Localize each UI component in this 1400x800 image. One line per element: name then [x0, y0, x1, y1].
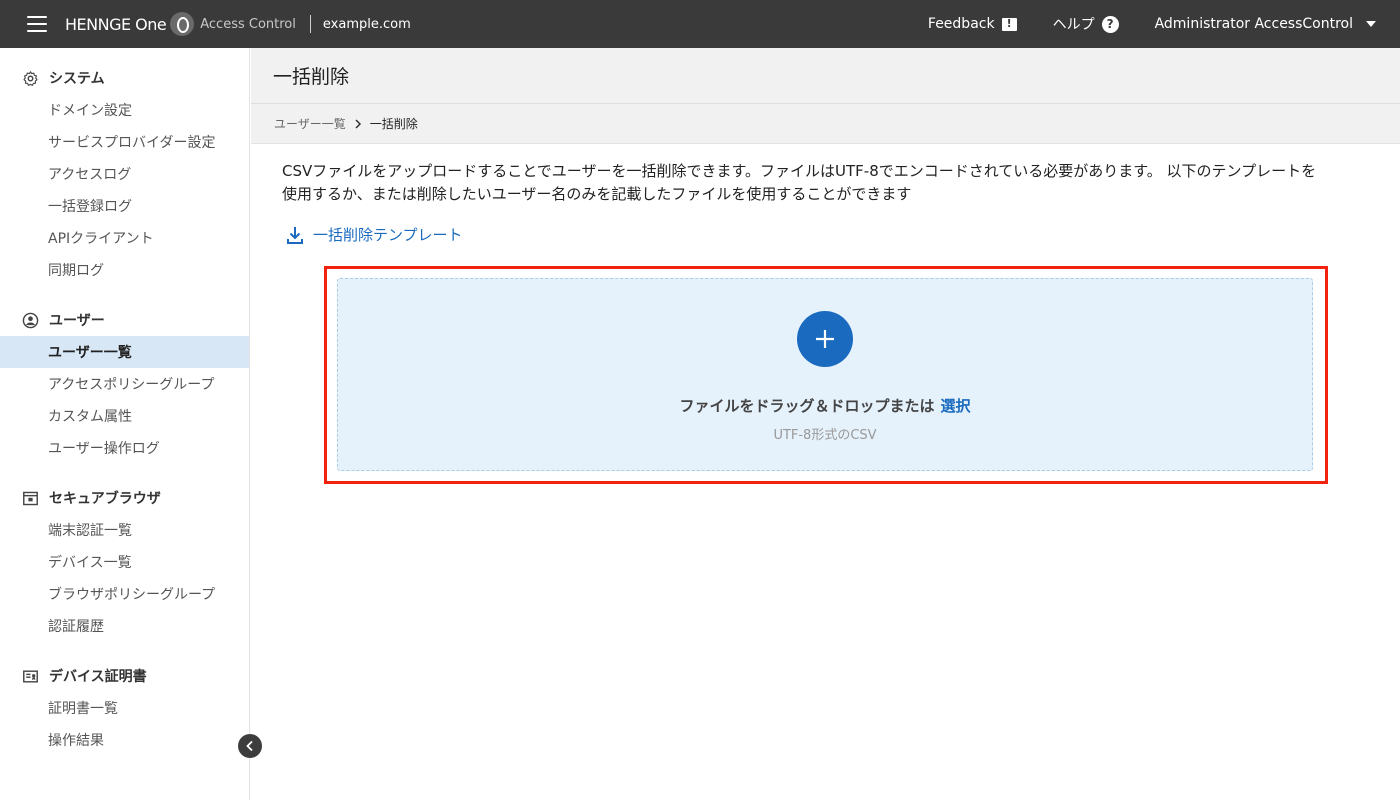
sidebar-section-device-cert: デバイス証明書	[0, 660, 249, 692]
user-menu[interactable]: Administrator AccessControl	[1155, 16, 1376, 32]
tenant-domain: example.com	[322, 16, 411, 32]
brand-name: HENNGE One	[65, 14, 167, 34]
dropzone-instruction: ファイルをドラッグ＆ドロップまたは 選択	[679, 395, 970, 416]
chevron-right-icon	[355, 118, 361, 129]
sidebar-item-bulk-register-log[interactable]: 一括登録ログ	[0, 190, 249, 222]
sidebar-item-user-list[interactable]: ユーザー一覧	[0, 336, 249, 368]
help-button[interactable]: ヘルプ ?	[1053, 14, 1119, 34]
file-dropzone[interactable]: ファイルをドラッグ＆ドロップまたは 選択 UTF-8形式のCSV	[337, 278, 1313, 471]
add-file-button[interactable]	[797, 311, 853, 367]
sidebar-item-cert-list[interactable]: 証明書一覧	[0, 692, 249, 724]
brand[interactable]: HENNGE One	[65, 12, 200, 36]
sidebar-section-system: システム	[0, 62, 249, 94]
dropzone-hint: UTF-8形式のCSV	[773, 428, 877, 443]
sidebar-item-custom-attributes[interactable]: カスタム属性	[0, 400, 249, 432]
sidebar-section-secure-browser: セキュアブラウザ	[0, 482, 249, 514]
user-name: Administrator AccessControl	[1154, 16, 1353, 32]
section-title: セキュアブラウザ	[49, 491, 161, 507]
gear-icon	[21, 69, 39, 87]
dropzone-text: ファイルをドラッグ＆ドロップまたは	[679, 397, 935, 415]
description-text: CSVファイルをアップロードすることでユーザーを一括削除できます。ファイルはUT…	[282, 162, 1317, 203]
browser-icon	[21, 489, 39, 507]
chevron-down-icon	[1366, 21, 1376, 27]
sidebar-item-operation-results[interactable]: 操作結果	[0, 724, 249, 756]
section-title: システム	[49, 71, 105, 87]
help-icon: ?	[1101, 15, 1119, 33]
feedback-label: Feedback	[927, 16, 995, 32]
sidebar-item-device-list[interactable]: デバイス一覧	[0, 546, 249, 578]
sidebar-item-service-provider[interactable]: サービスプロバイダー設定	[0, 126, 249, 158]
sidebar-item-browser-policy-group[interactable]: ブラウザポリシーグループ	[0, 578, 249, 610]
section-title: デバイス証明書	[49, 669, 147, 685]
select-file-link[interactable]: 選択	[941, 397, 971, 415]
section-title: ユーザー	[49, 313, 105, 329]
collapse-sidebar-button[interactable]	[238, 734, 262, 758]
sidebar-section-users: ユーザー	[0, 304, 249, 336]
certificate-icon	[21, 667, 39, 685]
top-bar: HENNGE One Access Control example.com Fe…	[0, 0, 1400, 48]
sidebar-item-domain-settings[interactable]: ドメイン設定	[0, 94, 249, 126]
brand-logo-icon	[170, 12, 195, 36]
download-icon	[287, 226, 303, 244]
breadcrumb-current: 一括削除	[369, 117, 418, 131]
sidebar-item-access-log[interactable]: アクセスログ	[0, 158, 249, 190]
main-content: 一括削除 ユーザー一覧 一括削除 CSVファイルをアップロードすることでユーザー…	[251, 48, 1400, 800]
sidebar: システム ドメイン設定 サービスプロバイダー設定 アクセスログ 一括登録ログ A…	[0, 48, 250, 800]
sidebar-item-auth-history[interactable]: 認証履歴	[0, 610, 249, 642]
sidebar-item-device-auth-list[interactable]: 端末認証一覧	[0, 514, 249, 546]
chevron-left-icon	[246, 740, 253, 752]
divider	[309, 15, 311, 33]
feedback-icon	[1001, 17, 1017, 31]
breadcrumb-parent-link[interactable]: ユーザー一覧	[274, 115, 346, 132]
plus-icon	[816, 330, 834, 348]
user-circle-icon	[21, 311, 39, 329]
download-template-link[interactable]: 一括削除テンプレート	[286, 224, 463, 245]
help-label: ヘルプ	[1052, 17, 1095, 33]
template-link-label: 一括削除テンプレート	[313, 226, 463, 244]
feedback-button[interactable]: Feedback	[928, 16, 1017, 32]
product-name: Access Control	[200, 16, 296, 32]
menu-icon[interactable]	[27, 16, 47, 32]
sidebar-item-sync-log[interactable]: 同期ログ	[0, 254, 249, 286]
sidebar-item-access-policy-group[interactable]: アクセスポリシーグループ	[0, 368, 249, 400]
page-title: 一括削除	[251, 48, 1400, 104]
breadcrumb: ユーザー一覧 一括削除	[251, 104, 1400, 144]
sidebar-item-user-operation-log[interactable]: ユーザー操作ログ	[0, 432, 249, 464]
sidebar-item-api-client[interactable]: APIクライアント	[0, 222, 249, 254]
